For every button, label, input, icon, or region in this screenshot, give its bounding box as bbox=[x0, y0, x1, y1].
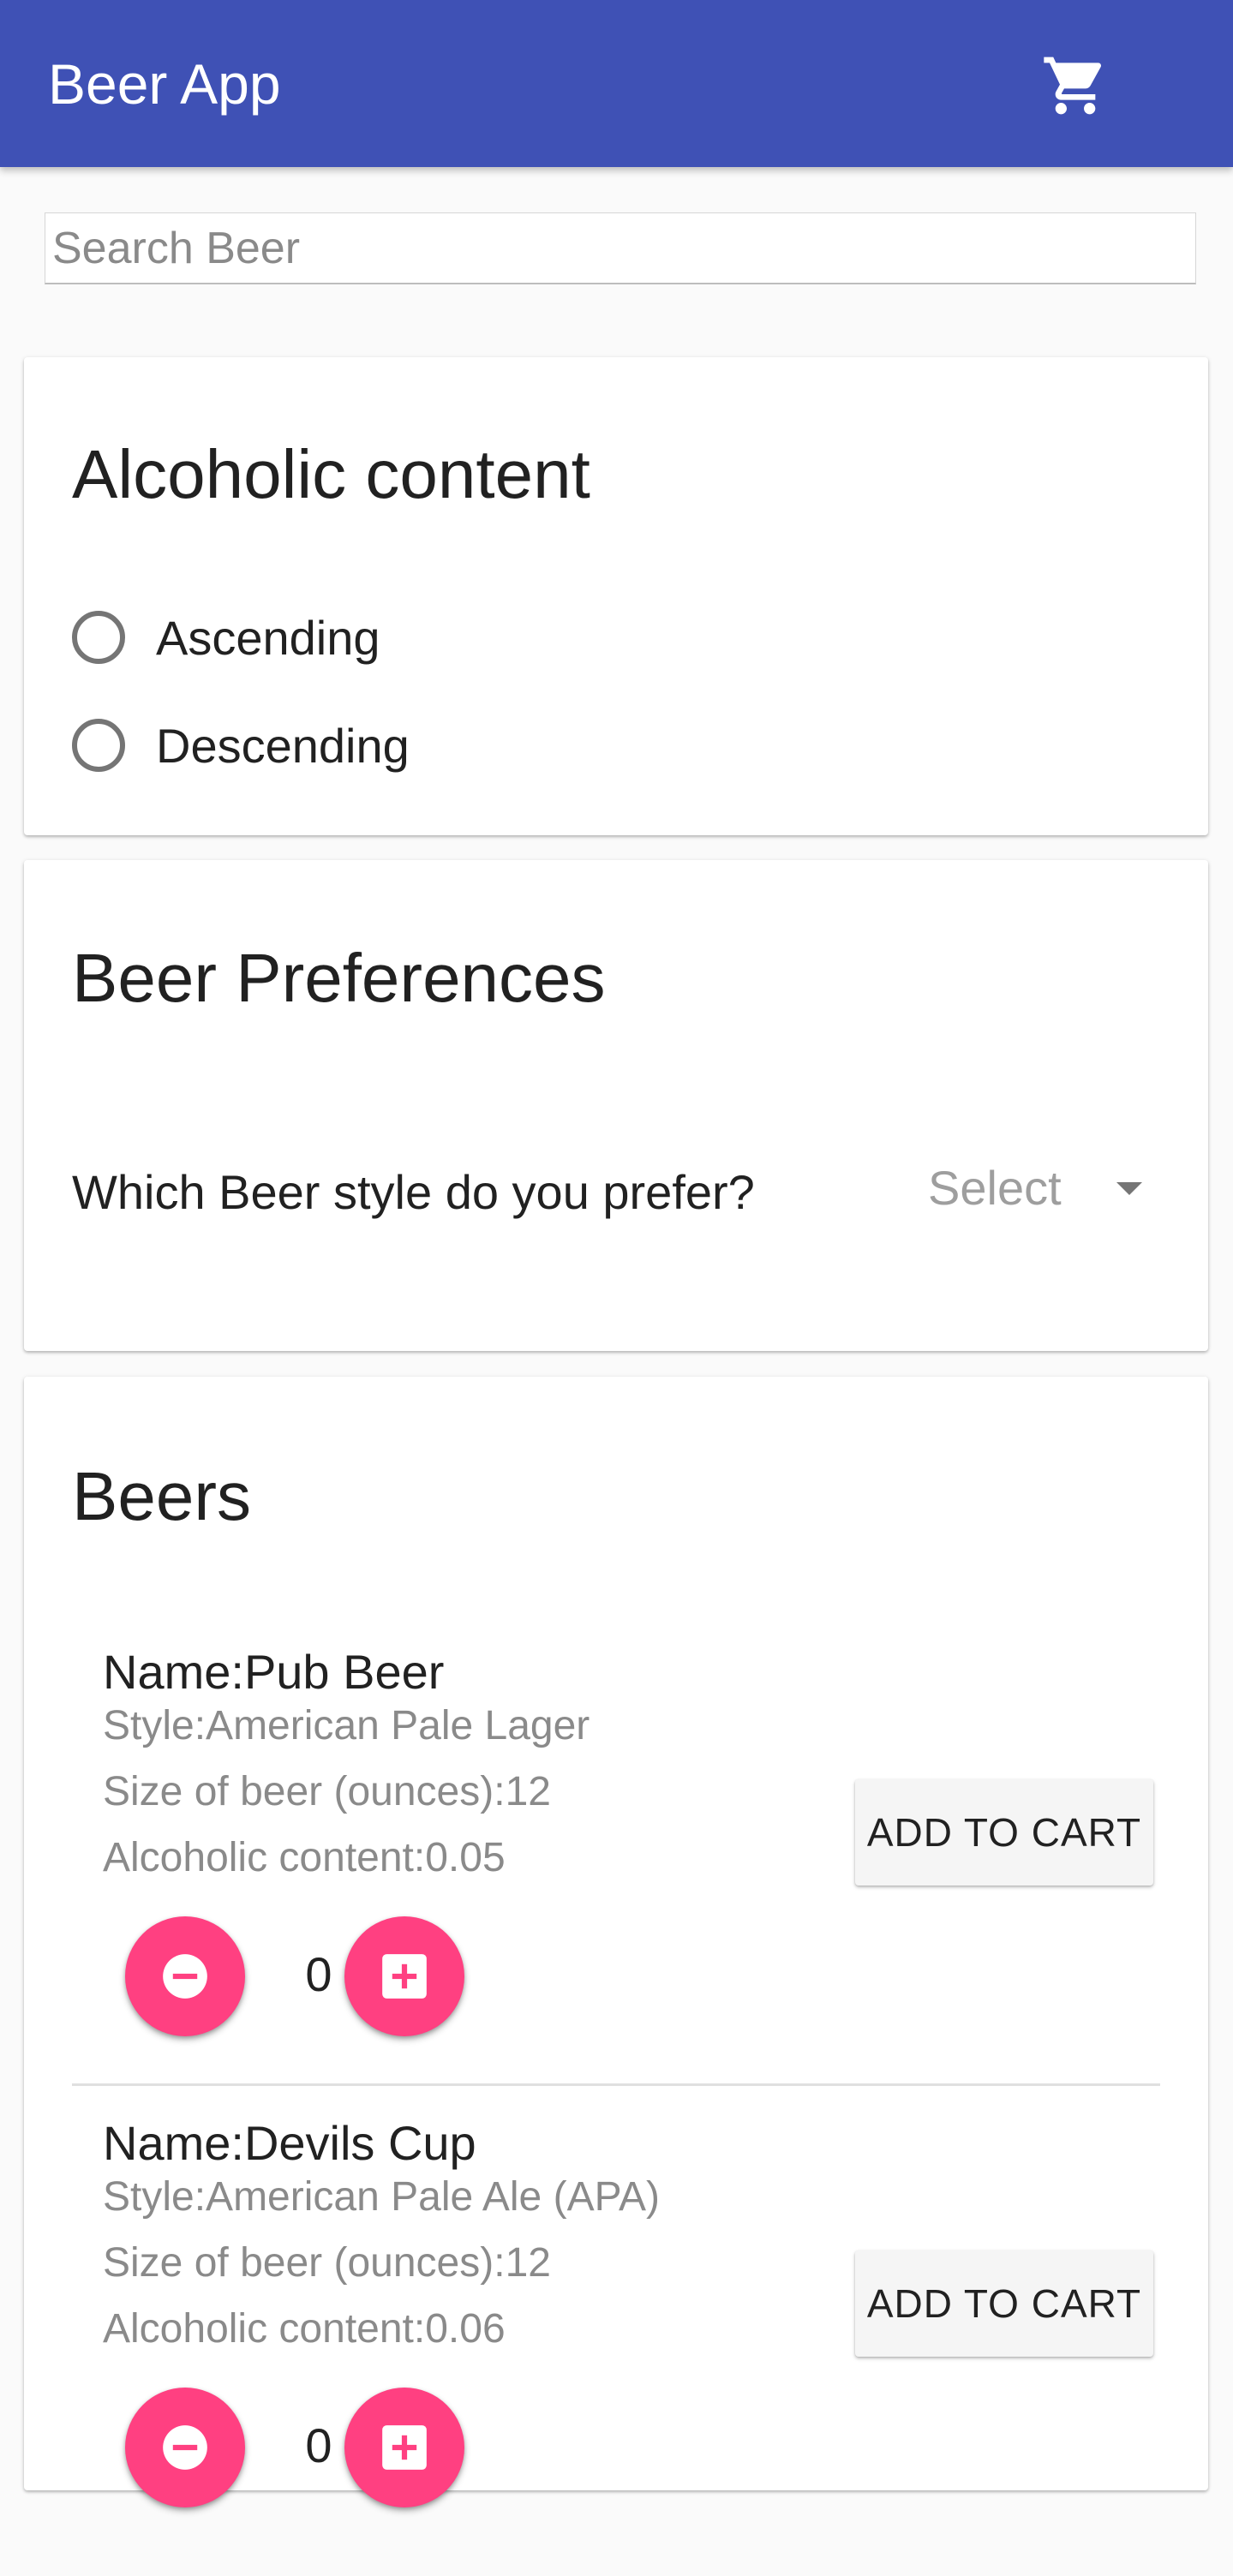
radio-circle-icon[interactable] bbox=[72, 719, 125, 772]
search-field[interactable] bbox=[45, 212, 1196, 284]
beer-name: Name:Pub Beer bbox=[103, 1645, 445, 1699]
beers-card: Beers Name:Pub Beer Style:American Pale … bbox=[24, 1377, 1208, 2507]
beer-list-item: Name:Devils Cup Style:American Pale Ale … bbox=[72, 2113, 1160, 2576]
alcohol-sort-card: Alcoholic content Ascending Descending bbox=[24, 357, 1208, 835]
search-input[interactable] bbox=[45, 213, 1195, 283]
quantity-value: 0 bbox=[305, 2418, 332, 2472]
radio-circle-icon[interactable] bbox=[72, 611, 125, 664]
beer-style-select[interactable]: Select bbox=[928, 1145, 1176, 1230]
add-to-cart-button[interactable]: ADD TO CART bbox=[855, 1779, 1153, 1886]
radio-ascending[interactable]: Ascending bbox=[72, 603, 380, 672]
beer-name: Name:Devils Cup bbox=[103, 2116, 476, 2170]
radio-ascending-label: Ascending bbox=[156, 610, 380, 665]
radio-descending[interactable]: Descending bbox=[72, 711, 410, 780]
beer-abv: Alcoholic content:0.05 bbox=[103, 1835, 506, 1880]
minus-circle-icon bbox=[163, 1954, 207, 1999]
beer-preferences-card: Beer Preferences Which Beer style do you… bbox=[24, 860, 1208, 1351]
beer-size: Size of beer (ounces):12 bbox=[103, 2240, 551, 2286]
beer-style: Style:American Pale Ale (APA) bbox=[103, 2174, 661, 2220]
app-title: Beer App bbox=[48, 52, 281, 116]
beer-preferences-title: Beer Preferences bbox=[72, 940, 606, 1016]
minus-circle-icon bbox=[163, 2425, 207, 2470]
plus-box-icon bbox=[382, 2425, 427, 2470]
app-bar: Beer App bbox=[0, 0, 1233, 167]
beer-list-item: Name:Pub Beer Style:American Pale Lager … bbox=[72, 1642, 1160, 2105]
dropdown-arrow-icon bbox=[1116, 1182, 1142, 1195]
radio-descending-label: Descending bbox=[156, 718, 410, 773]
beer-abv: Alcoholic content:0.06 bbox=[103, 2306, 506, 2352]
beer-style: Style:American Pale Lager bbox=[103, 1703, 590, 1748]
shopping-cart-icon bbox=[1044, 57, 1102, 115]
alcohol-sort-title: Alcoholic content bbox=[72, 436, 590, 512]
list-divider bbox=[72, 2083, 1160, 2086]
cart-button[interactable] bbox=[1028, 47, 1122, 124]
beer-style-question: Which Beer style do you prefer? bbox=[72, 1165, 755, 1219]
beers-title: Beers bbox=[72, 1458, 251, 1534]
select-value: Select bbox=[928, 1160, 1062, 1215]
decrement-button[interactable] bbox=[125, 1916, 245, 2036]
plus-box-icon bbox=[382, 1954, 427, 1999]
increment-button[interactable] bbox=[344, 2388, 464, 2507]
beer-size: Size of beer (ounces):12 bbox=[103, 1769, 551, 1814]
quantity-value: 0 bbox=[305, 1947, 332, 2001]
increment-button[interactable] bbox=[344, 1916, 464, 2036]
add-to-cart-button[interactable]: ADD TO CART bbox=[855, 2250, 1153, 2357]
decrement-button[interactable] bbox=[125, 2388, 245, 2507]
